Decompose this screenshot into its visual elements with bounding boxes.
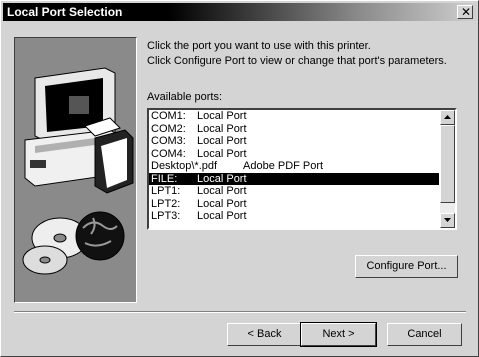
configure-port-button[interactable]: Configure Port... [355,255,458,278]
port-description: Local Port [197,110,247,122]
port-name: COM4: [151,147,186,160]
port-description: Local Port [197,210,247,222]
port-description: Local Port [197,197,247,210]
local-port-selection-dialog: Local Port Selection ✕ Click the port yo… [0,0,479,357]
port-name: Desktop\*.pdf [151,160,218,172]
arrow-up-icon [444,115,451,119]
list-item[interactable]: LPT3: Local Port [149,210,439,223]
ports-list: COM1: Local Port COM2: Local Port COM3: … [149,110,439,223]
dialog-title: Local Port Selection [7,5,123,19]
port-description: Adobe PDF Port [243,160,324,172]
port-name: FILE: [151,172,178,185]
list-item[interactable]: COM2: Local Port [149,123,439,136]
port-name: COM3: [151,135,186,147]
next-button[interactable]: Next > [300,322,377,347]
list-item[interactable]: LPT2: Local Port [149,198,439,211]
printer-wizard-illustration [14,37,137,303]
ports-listbox[interactable]: COM1: Local Port COM2: Local Port COM3: … [147,108,457,230]
port-name: LPT3: [151,210,181,222]
port-description: Local Port [197,172,247,185]
instruction-line-2: Click Configure Port to view or change t… [147,55,447,67]
instructions: Click the port you want to use with this… [147,39,467,69]
list-item[interactable]: COM4: Local Port [149,148,439,161]
list-item[interactable]: COM3: Local Port [149,135,439,148]
instruction-line-1: Click the port you want to use with this… [147,40,371,52]
title-bar: Local Port Selection ✕ [3,3,476,21]
cancel-button[interactable]: Cancel [387,323,462,346]
close-icon: ✕ [461,5,472,19]
port-name: COM2: [151,122,186,135]
divider [14,311,466,313]
port-description: Local Port [197,147,247,160]
scroll-up-button[interactable] [440,110,455,125]
list-item-selected[interactable]: FILE: Local Port [149,172,439,185]
port-description: Local Port [197,122,247,135]
port-name: COM1: [151,110,186,122]
list-item[interactable]: Desktop\*.pdf Adobe PDF Port [149,160,439,173]
list-item[interactable]: LPT1: Local Port [149,185,439,198]
scroll-down-button[interactable] [440,213,455,228]
arrow-down-icon [444,218,451,222]
list-item[interactable]: COM1: Local Port [149,110,439,123]
port-name: LPT2: [151,197,181,210]
port-description: Local Port [197,135,247,147]
back-button[interactable]: < Back [227,323,302,346]
scrollbar-thumb[interactable] [440,125,455,203]
port-description: Local Port [197,185,247,197]
vertical-scrollbar[interactable] [440,110,455,228]
port-name: LPT1: [151,185,181,197]
close-button[interactable]: ✕ [457,5,473,19]
available-ports-label: Available ports: [147,91,223,103]
